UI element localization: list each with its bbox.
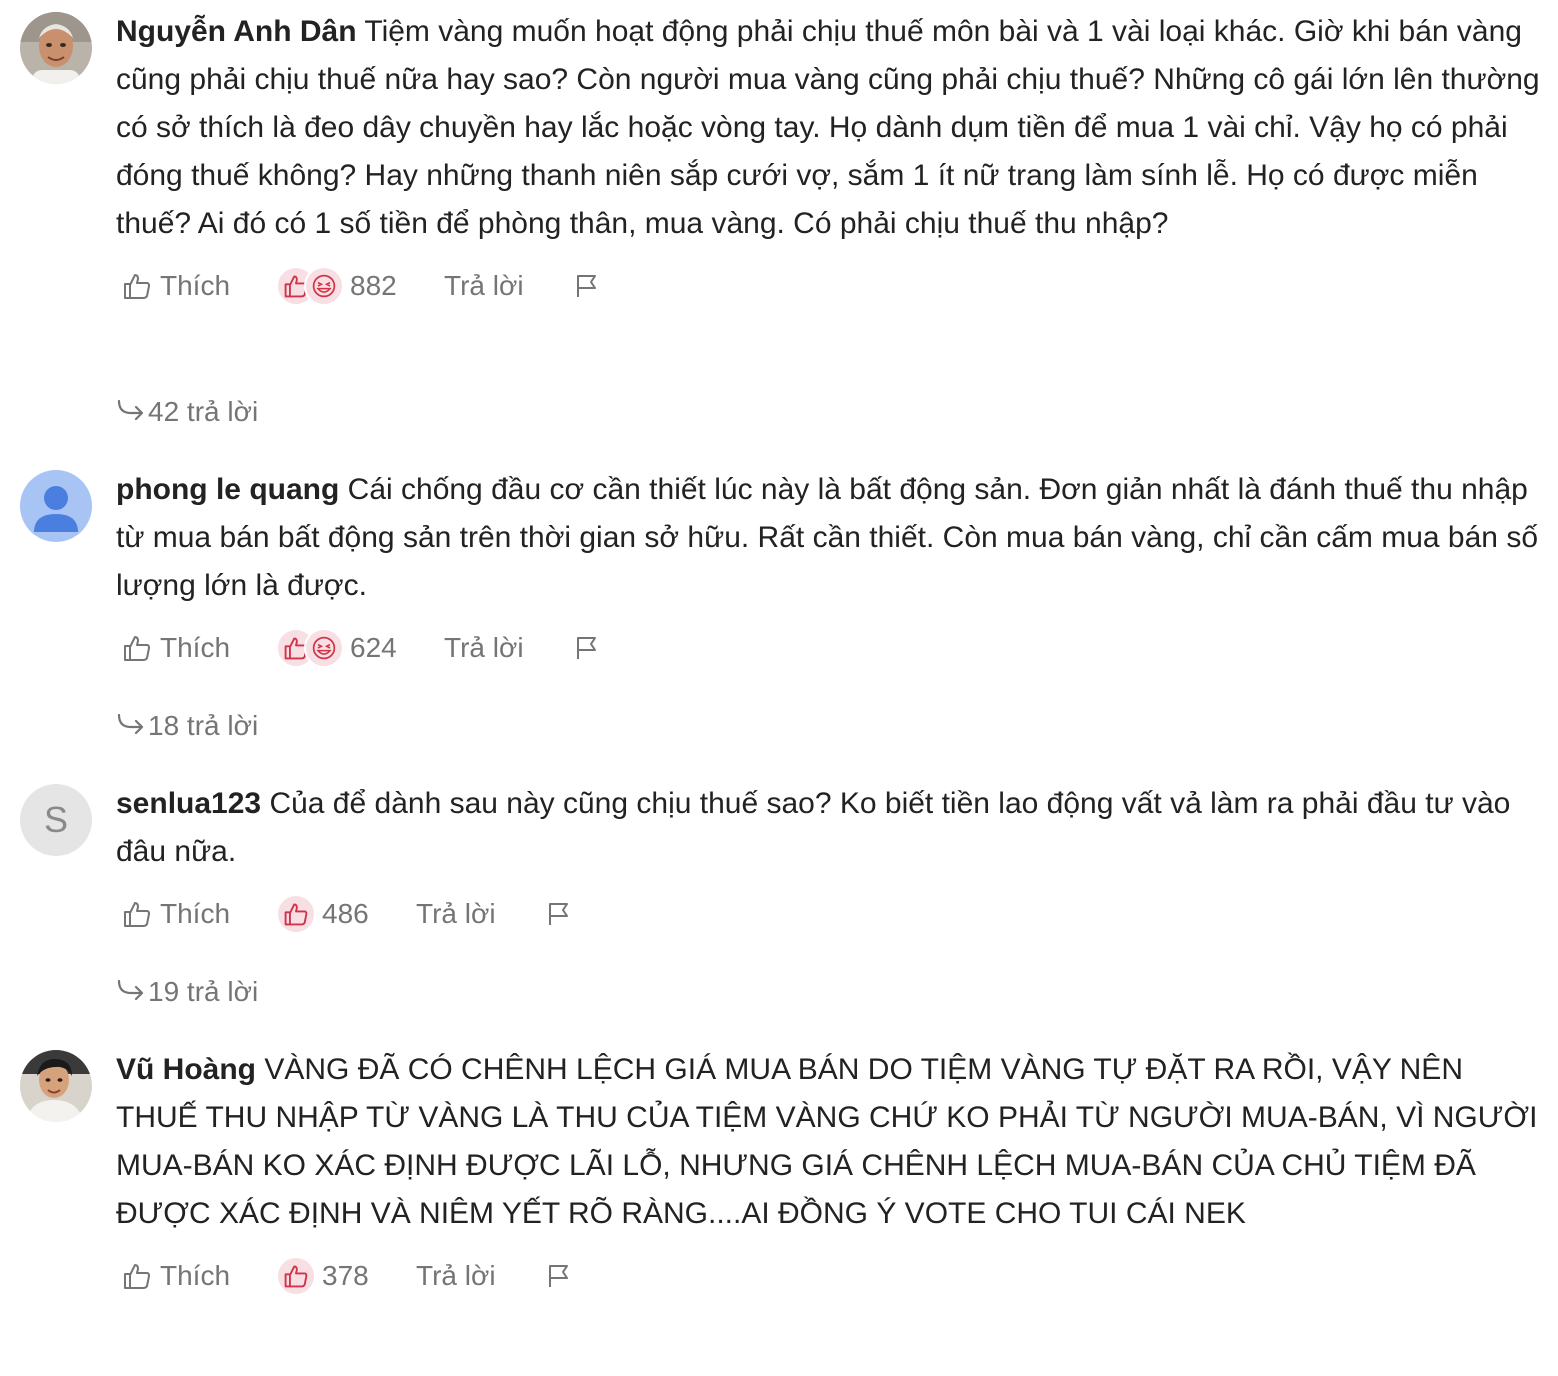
comment-content: Tiệm vàng muốn hoạt động phải chịu thuế …: [116, 15, 1540, 240]
reactions[interactable]: 486: [276, 890, 369, 938]
comment-actions: Thích 486 Trả lời: [116, 890, 1540, 938]
reaction-count: 882: [350, 270, 397, 301]
thumbs-up-outline-icon: [122, 271, 160, 301]
like-label: Thích: [160, 632, 231, 663]
reply-arrow-icon: [116, 396, 148, 428]
replies-count: 42 trả lời: [148, 396, 259, 427]
flag-icon[interactable]: [546, 1252, 572, 1300]
comment-content: VÀNG ĐÃ CÓ CHÊNH LỆCH GIÁ MUA BÁN DO TIỆ…: [116, 1053, 1538, 1230]
comment-text: Vũ Hoàng VÀNG ĐÃ CÓ CHÊNH LỆCH GIÁ MUA B…: [116, 1046, 1540, 1238]
comment-text: Nguyễn Anh Dân Tiệm vàng muốn hoạt động …: [116, 8, 1540, 248]
view-replies-link[interactable]: 42 trả lời: [116, 392, 258, 432]
flag-icon[interactable]: [574, 624, 600, 672]
like-label: Thích: [160, 1260, 231, 1291]
thumbs-up-outline-icon: [122, 633, 160, 663]
reactions[interactable]: 378: [276, 1252, 369, 1300]
reply-button[interactable]: Trả lời: [444, 262, 524, 310]
replies-count: 19 trả lời: [148, 976, 259, 1007]
laughing-face-icon: [304, 628, 344, 668]
comment-actions: Thích 882 Trả lời: [116, 262, 1540, 310]
like-button[interactable]: Thích: [122, 890, 230, 938]
reply-button[interactable]: Trả lời: [416, 890, 496, 938]
reactions[interactable]: 624: [276, 624, 397, 672]
reactions[interactable]: 882: [276, 262, 397, 310]
avatar[interactable]: [20, 12, 92, 84]
reply-button[interactable]: Trả lời: [444, 624, 524, 672]
comment-actions: Thích 378 Trả lời: [116, 1252, 1540, 1300]
thumbs-up-outline-icon: [122, 899, 160, 929]
comment-actions: Thích 624 Trả lời: [116, 624, 1540, 672]
reply-button[interactable]: Trả lời: [416, 1252, 496, 1300]
like-button[interactable]: Thích: [122, 262, 230, 310]
comment-author[interactable]: senlua123: [116, 787, 261, 820]
reply-arrow-icon: [116, 710, 148, 742]
reaction-count: 378: [322, 1260, 369, 1291]
flag-icon[interactable]: [574, 262, 600, 310]
like-label: Thích: [160, 898, 231, 929]
avatar[interactable]: [20, 1050, 92, 1122]
flag-icon[interactable]: [546, 890, 572, 938]
thumbs-up-icon: [276, 1256, 316, 1296]
comment-content: Của để dành sau này cũng chịu thuế sao? …: [116, 787, 1511, 868]
comment-author[interactable]: phong le quang: [116, 473, 339, 506]
laughing-face-icon: [304, 266, 344, 306]
avatar[interactable]: [20, 470, 92, 542]
reaction-count: 624: [350, 632, 397, 663]
view-replies-link[interactable]: 18 trả lời: [116, 706, 258, 746]
comment-author[interactable]: Vũ Hoàng: [116, 1053, 256, 1086]
comment-author[interactable]: Nguyễn Anh Dân: [116, 15, 357, 48]
view-replies-link[interactable]: 19 trả lời: [116, 972, 258, 1012]
like-label: Thích: [160, 270, 231, 301]
thumbs-up-outline-icon: [122, 1261, 160, 1291]
comment-text: senlua123 Của để dành sau này cũng chịu …: [116, 780, 1540, 876]
replies-count: 18 trả lời: [148, 710, 259, 741]
reply-arrow-icon: [116, 976, 148, 1008]
comment-text: phong le quang Cái chống đầu cơ cần thiế…: [116, 466, 1540, 610]
like-button[interactable]: Thích: [122, 1252, 230, 1300]
like-button[interactable]: Thích: [122, 624, 230, 672]
reaction-count: 486: [322, 898, 369, 929]
thumbs-up-icon: [276, 894, 316, 934]
avatar[interactable]: S: [20, 784, 92, 856]
